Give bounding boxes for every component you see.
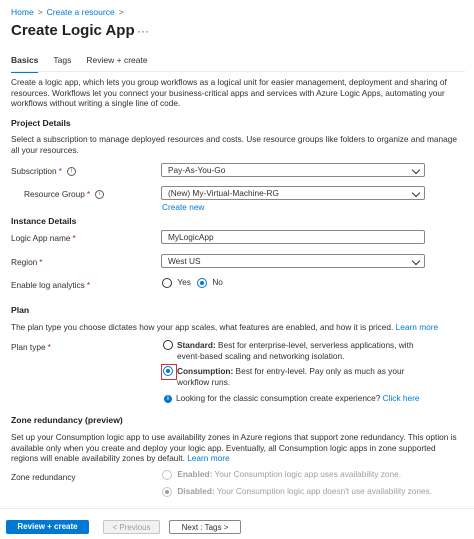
breadcrumb: Home > Create a resource > — [11, 7, 128, 17]
plan-standard-title: Standard: — [177, 340, 216, 350]
plan-standard-text: Standard: Best for enterprise-level, ser… — [177, 340, 426, 361]
project-details-description: Select a subscription to manage deployed… — [11, 134, 457, 155]
highlight-box — [161, 364, 177, 380]
plan-standard-option[interactable]: Standard: Best for enterprise-level, ser… — [161, 340, 426, 361]
log-analytics-label: Enable log analytics * — [11, 280, 90, 290]
resource-group-dropdown[interactable]: (New) My-Virtual-Machine-RG — [161, 186, 425, 200]
log-analytics-yes-option[interactable]: Yes — [162, 277, 191, 288]
chevron-down-icon — [411, 165, 421, 175]
log-analytics-yes-radio[interactable] — [162, 277, 172, 288]
footer-divider — [0, 508, 474, 509]
plan-standard-radio[interactable] — [163, 340, 173, 350]
log-analytics-yes-label: Yes — [177, 277, 191, 287]
plan-learn-more-link[interactable]: Learn more — [396, 322, 438, 332]
zone-enabled-radio — [162, 469, 172, 480]
plan-type-label: Plan type * — [11, 342, 51, 352]
project-details-heading: Project Details — [11, 118, 71, 128]
log-analytics-no-label: No — [212, 277, 223, 287]
zone-enabled-option: Enabled: Your Consumption logic app uses… — [162, 469, 401, 480]
zone-redundancy-description-text: Set up your Consumption logic app to use… — [11, 432, 457, 463]
plan-consumption-radio[interactable] — [161, 364, 177, 380]
plan-type-label-text: Plan type — [11, 342, 46, 352]
logic-app-name-label: Logic App name * — [11, 233, 76, 243]
review-create-button[interactable]: Review + create — [6, 520, 89, 534]
region-label-text: Region — [11, 257, 38, 267]
required-marker: * — [39, 257, 43, 267]
required-marker: * — [58, 166, 62, 176]
resource-group-label: Resource Group * i — [24, 189, 105, 200]
zone-redundancy-description: Set up your Consumption logic app to use… — [11, 432, 461, 464]
classic-experience-link[interactable]: Click here — [383, 393, 420, 403]
required-marker: * — [86, 189, 91, 199]
zone-disabled-desc: Your Consumption logic app doesn't use a… — [216, 486, 433, 496]
plan-consumption-text: Consumption: Best for entry-level. Pay o… — [177, 366, 426, 387]
logic-app-name-value: MyLogicApp — [168, 232, 214, 242]
zone-disabled-option: Disabled: Your Consumption logic app doe… — [162, 486, 432, 497]
breadcrumb-separator: > — [118, 7, 124, 17]
region-value: West US — [168, 256, 201, 266]
breadcrumb-separator: > — [37, 7, 43, 17]
zone-enabled-desc: Your Consumption logic app uses availabi… — [214, 469, 402, 479]
subscription-label-text: Subscription — [11, 166, 57, 176]
intro-description: Create a logic app, which lets you group… — [11, 77, 447, 108]
previous-button: < Previous — [103, 520, 160, 534]
subscription-label: Subscription * i — [11, 166, 76, 177]
zone-disabled-radio — [162, 486, 172, 497]
resource-group-value: (New) My-Virtual-Machine-RG — [168, 188, 279, 198]
zone-redundancy-label: Zone redundancy — [11, 472, 76, 482]
chevron-down-icon — [411, 188, 421, 198]
zone-learn-more-link[interactable]: Learn more — [187, 453, 229, 463]
resource-group-label-text: Resource Group — [24, 189, 85, 199]
zone-disabled-title: Disabled: — [177, 486, 215, 496]
subscription-dropdown[interactable]: Pay-As-You-Go — [161, 163, 425, 177]
log-analytics-no-option[interactable]: No — [197, 277, 223, 288]
tab-divider — [11, 71, 465, 72]
next-tags-button[interactable]: Next : Tags > — [169, 520, 241, 534]
chevron-down-icon — [411, 256, 421, 266]
classic-experience-notice: i Looking for the classic consumption cre… — [164, 393, 420, 403]
required-marker: * — [86, 280, 91, 290]
plan-consumption-title: Consumption: — [177, 366, 234, 376]
plan-heading: Plan — [11, 305, 30, 315]
logic-app-name-label-text: Logic App name — [11, 233, 71, 243]
more-options-button[interactable]: ··· — [137, 24, 149, 38]
classic-experience-text: Looking for the classic consumption crea… — [176, 393, 381, 403]
info-icon[interactable]: i — [95, 190, 105, 200]
required-marker: * — [47, 342, 51, 352]
logic-app-name-input[interactable]: MyLogicApp — [161, 230, 425, 244]
subscription-value: Pay-As-You-Go — [168, 165, 226, 175]
plan-consumption-option[interactable]: Consumption: Best for entry-level. Pay o… — [161, 364, 426, 387]
info-icon: i — [164, 394, 172, 403]
plan-description: The plan type you choose dictates how yo… — [11, 322, 461, 333]
log-analytics-label-text: Enable log analytics — [11, 280, 85, 290]
log-analytics-no-radio[interactable] — [197, 277, 207, 288]
info-icon[interactable]: i — [66, 167, 76, 177]
zone-enabled-text: Enabled: Your Consumption logic app uses… — [177, 469, 401, 479]
zone-enabled-title: Enabled: — [177, 469, 213, 479]
plan-description-text: The plan type you choose dictates how yo… — [11, 322, 394, 332]
zone-redundancy-heading: Zone redundancy (preview) — [11, 415, 123, 425]
region-label: Region * — [11, 257, 43, 267]
required-marker: * — [72, 233, 76, 243]
breadcrumb-home-link[interactable]: Home — [11, 7, 34, 17]
create-new-link[interactable]: Create new — [162, 202, 204, 212]
breadcrumb-create-resource-link[interactable]: Create a resource — [47, 7, 115, 17]
region-dropdown[interactable]: West US — [161, 254, 425, 268]
instance-details-heading: Instance Details — [11, 216, 77, 226]
zone-disabled-text: Disabled: Your Consumption logic app doe… — [177, 486, 432, 496]
page-title: Create Logic App — [11, 22, 135, 39]
